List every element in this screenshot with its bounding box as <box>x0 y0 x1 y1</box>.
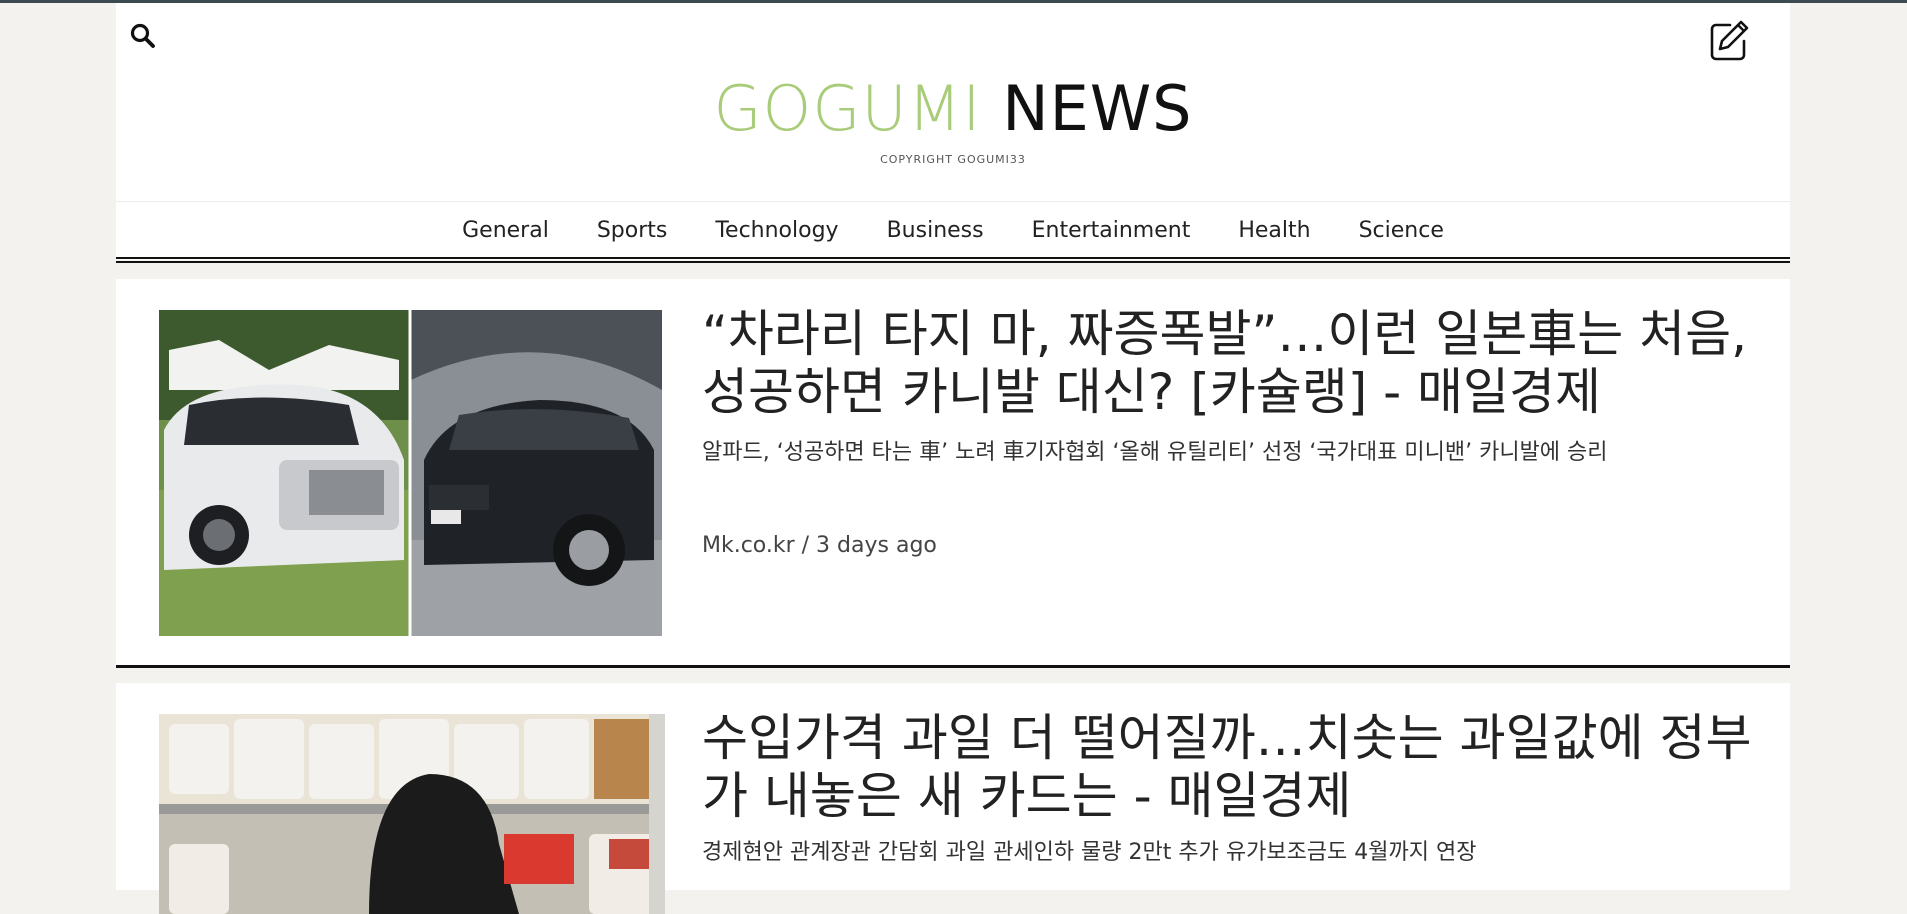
article-thumbnail[interactable] <box>159 714 665 914</box>
search-button[interactable] <box>128 21 158 51</box>
article-card: “차라리 타지 마, 짜증폭발”…이런 일본車는 처음, 성공하면 카니발 대신… <box>116 279 1790 668</box>
nav-divider <box>116 257 1790 263</box>
write-button[interactable] <box>1708 19 1750 63</box>
category-nav: General Sports Technology Business Enter… <box>116 201 1790 260</box>
nav-entertainment[interactable]: Entertainment <box>1008 214 1215 248</box>
nav-general[interactable]: General <box>438 214 573 248</box>
article-image <box>159 310 662 636</box>
copyright-text: COPYRIGHT GOGUMI33 <box>880 153 1026 166</box>
logo-part-2: NEWS <box>981 72 1193 145</box>
nav-business[interactable]: Business <box>863 214 1008 248</box>
article-card: 수입가격 과일 더 떨어질까…치솟는 과일값에 정부가 내놓은 새 카드는 - … <box>116 683 1790 914</box>
logo-part-1: GOGUMI <box>713 72 982 145</box>
nav-health[interactable]: Health <box>1214 214 1334 248</box>
article-title[interactable]: 수입가격 과일 더 떨어질까…치솟는 과일값에 정부가 내놓은 새 카드는 - … <box>702 709 1762 825</box>
article-title[interactable]: “차라리 타지 마, 짜증폭발”…이런 일본車는 처음, 성공하면 카니발 대신… <box>702 305 1762 421</box>
article-summary: 경제현안 관계장관 간담회 과일 관세인하 물량 2만t 추가 유가보조금도 4… <box>702 840 1477 865</box>
article-meta: Mk.co.kr / 3 days ago <box>702 533 937 558</box>
nav-sports[interactable]: Sports <box>573 214 692 248</box>
site-header: GOGUMI NEWS COPYRIGHT GOGUMI33 <box>116 3 1790 201</box>
edit-icon <box>1710 20 1749 61</box>
page-container: GOGUMI NEWS COPYRIGHT GOGUMI33 General S… <box>116 3 1790 914</box>
search-icon <box>130 23 155 48</box>
nav-science[interactable]: Science <box>1335 214 1468 248</box>
article-image <box>159 714 665 914</box>
nav-technology[interactable]: Technology <box>691 214 862 248</box>
article-summary: 알파드, ‘성공하면 타는 車’ 노려 車기자협회 ‘올해 유틸리티’ 선정 ‘… <box>702 440 1608 465</box>
site-logo[interactable]: GOGUMI NEWS <box>116 69 1790 149</box>
article-thumbnail[interactable] <box>159 310 662 636</box>
